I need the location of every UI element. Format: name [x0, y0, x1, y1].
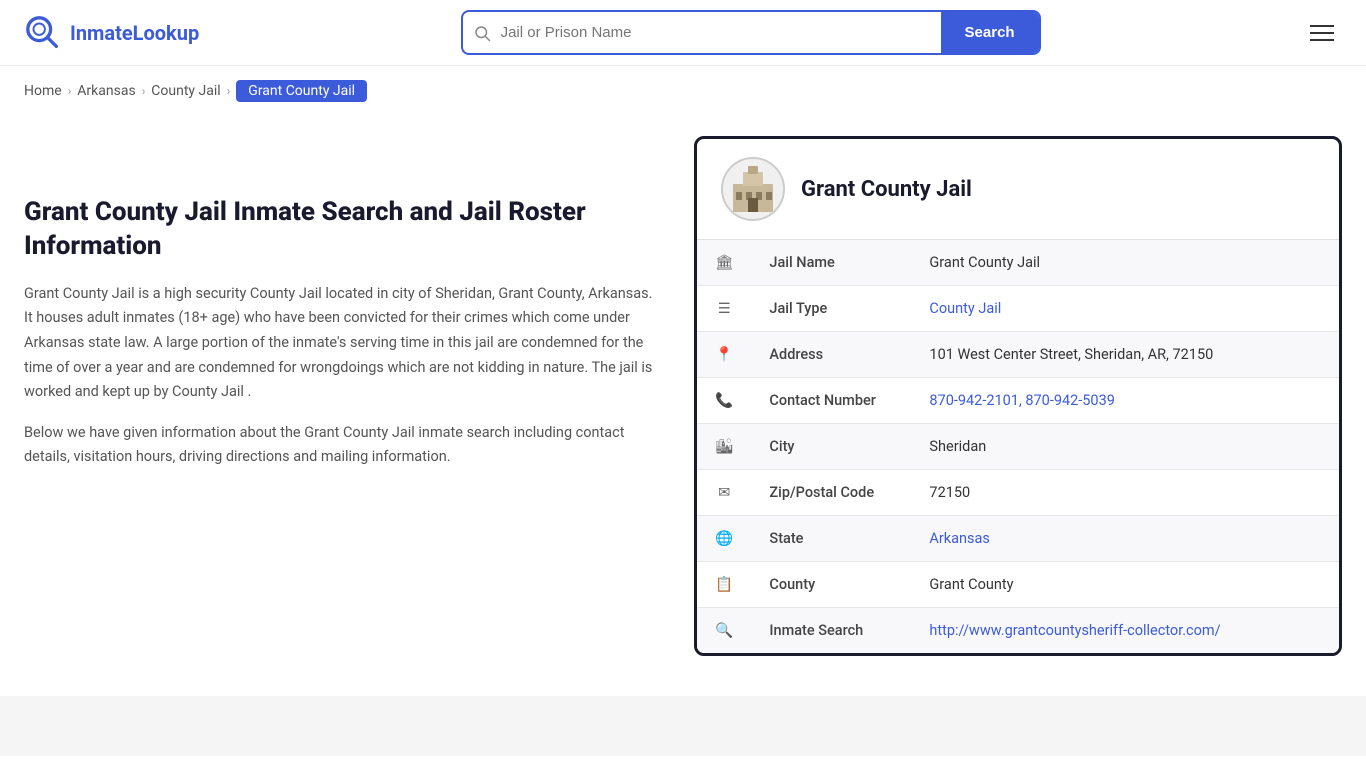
breadcrumb-chevron-3: ›	[227, 84, 231, 98]
breadcrumb: Home › Arkansas › County Jail › Grant Co…	[0, 66, 1366, 116]
row-link[interactable]: http://www.grantcountysheriff-collector.…	[929, 622, 1220, 639]
breadcrumb-home[interactable]: Home	[24, 83, 62, 99]
row-label: Zip/Postal Code	[751, 470, 911, 516]
search-wrapper: Search	[461, 10, 1041, 55]
hamburger-line-2	[1310, 32, 1334, 34]
row-value[interactable]: http://www.grantcountysheriff-collector.…	[911, 608, 1339, 654]
jail-building-icon	[728, 164, 778, 214]
row-link[interactable]: County Jail	[929, 300, 1001, 317]
left-column: Grant County Jail Inmate Search and Jail…	[24, 136, 664, 656]
row-label: Contact Number	[751, 378, 911, 424]
page-description-1: Grant County Jail is a high security Cou…	[24, 282, 664, 405]
row-link[interactable]: 870-942-2101, 870-942-5039	[929, 392, 1114, 409]
search-button[interactable]: Search	[941, 12, 1039, 53]
row-value: Sheridan	[911, 424, 1339, 470]
page-title: Grant County Jail Inmate Search and Jail…	[24, 196, 664, 264]
table-row: ☰Jail Type County Jail	[697, 286, 1339, 332]
row-value[interactable]: County Jail	[911, 286, 1339, 332]
breadcrumb-chevron-2: ›	[142, 84, 146, 98]
logo-text: InmateLookup	[70, 21, 199, 45]
breadcrumb-type[interactable]: County Jail	[151, 83, 220, 99]
footer-bar	[0, 696, 1366, 756]
row-label: Jail Type	[751, 286, 911, 332]
breadcrumb-current: Grant County Jail	[236, 80, 367, 102]
breadcrumb-chevron-1: ›	[68, 84, 72, 98]
hamburger-line-1	[1310, 25, 1334, 27]
row-value: Grant County	[911, 562, 1339, 608]
search-input[interactable]	[501, 13, 941, 52]
row-value: Grant County Jail	[911, 240, 1339, 286]
right-column: Grant County Jail 🏛Jail NameGrant County…	[694, 136, 1342, 656]
row-value: 72150	[911, 470, 1339, 516]
hamburger-line-3	[1310, 39, 1334, 41]
row-link[interactable]: Arkansas	[929, 530, 989, 547]
table-row: 🏙CitySheridan	[697, 424, 1339, 470]
table-row: ✉Zip/Postal Code72150	[697, 470, 1339, 516]
row-value[interactable]: 870-942-2101, 870-942-5039	[911, 378, 1339, 424]
row-value[interactable]: Arkansas	[911, 516, 1339, 562]
row-icon: 🏙	[697, 424, 751, 470]
row-label: State	[751, 516, 911, 562]
row-icon: 📋	[697, 562, 751, 608]
table-row: 📞Contact Number 870-942-2101, 870-942-503…	[697, 378, 1339, 424]
jail-avatar	[721, 157, 785, 221]
search-area: Search	[461, 10, 1041, 55]
hamburger-menu[interactable]	[1302, 17, 1342, 49]
table-row: 🏛Jail NameGrant County Jail	[697, 240, 1339, 286]
row-icon: 📍	[697, 332, 751, 378]
row-label: City	[751, 424, 911, 470]
jail-card-name: Grant County Jail	[801, 177, 972, 202]
row-icon: ✉	[697, 470, 751, 516]
logo-icon	[24, 14, 62, 52]
table-row: 📍Address101 West Center Street, Sheridan…	[697, 332, 1339, 378]
info-table: 🏛Jail NameGrant County Jail☰Jail TypeCou…	[697, 240, 1339, 653]
jail-card-header: Grant County Jail	[697, 139, 1339, 240]
table-row: 🌐State Arkansas	[697, 516, 1339, 562]
row-label: Address	[751, 332, 911, 378]
logo-brand-inmate: Inmate	[70, 21, 133, 45]
row-label: County	[751, 562, 911, 608]
row-icon: 📞	[697, 378, 751, 424]
row-icon: 🏛	[697, 240, 751, 286]
row-label: Jail Name	[751, 240, 911, 286]
row-icon: 🌐	[697, 516, 751, 562]
search-icon-wrap	[463, 24, 501, 42]
logo-brand-lookup: Lookup	[133, 21, 200, 45]
jail-card: Grant County Jail 🏛Jail NameGrant County…	[694, 136, 1342, 656]
logo-link[interactable]: InmateLookup	[24, 14, 199, 52]
table-row: 🔍Inmate Search http://www.grantcountysher…	[697, 608, 1339, 654]
row-label: Inmate Search	[751, 608, 911, 654]
row-value: 101 West Center Street, Sheridan, AR, 72…	[911, 332, 1339, 378]
breadcrumb-state[interactable]: Arkansas	[77, 83, 135, 99]
table-row: 📋CountyGrant County	[697, 562, 1339, 608]
row-icon: ☰	[697, 286, 751, 332]
row-icon: 🔍	[697, 608, 751, 654]
search-icon	[473, 24, 491, 42]
main-content: Grant County Jail Inmate Search and Jail…	[0, 116, 1366, 696]
header: InmateLookup Search	[0, 0, 1366, 66]
page-description-2: Below we have given information about th…	[24, 421, 664, 470]
